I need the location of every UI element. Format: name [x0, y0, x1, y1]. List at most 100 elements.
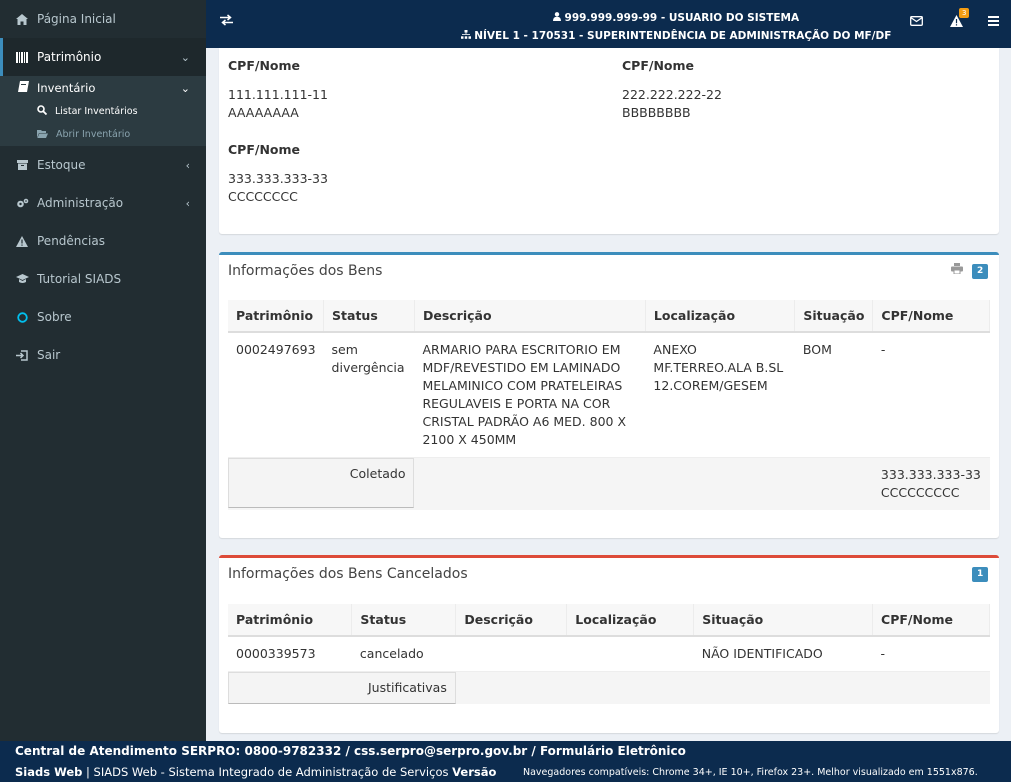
cancelados-box: Informações dos Bens Cancelados 1 Patrim… — [219, 555, 999, 733]
col-localizacao[interactable]: Localização — [566, 604, 695, 637]
chevron-left-icon: ‹ — [185, 196, 190, 210]
alerts-badge: 3 — [959, 8, 970, 18]
user-name: 999.999.999-99 - USUARIO DO SISTEMA — [564, 12, 800, 24]
archive-icon — [15, 158, 29, 172]
user-info: 999.999.999-99 - USUARIO DO SISTEMA NÍVE… — [446, 9, 906, 45]
justificativas-cell: Justificativas — [228, 671, 456, 704]
folder-open-icon — [37, 129, 48, 141]
table-header-row: Patrimônio Status Descrição Localização … — [228, 300, 990, 333]
col-cpf-nome[interactable]: CPF/Nome — [872, 604, 990, 637]
patrimonio-submenu: Inventário ⌄ Listar Inventários Abrir In… — [0, 76, 206, 146]
level-line: NÍVEL 1 - 170531 - SUPERINTENDÊNCIA DE A… — [446, 27, 906, 45]
nav-patrimonio-label: Patrimônio — [37, 50, 102, 64]
circle-icon — [15, 310, 29, 324]
cpf-label: CPF/Nome — [228, 58, 300, 73]
footer-system: Siads Web | SIADS Web - Sistema Integrad… — [15, 765, 496, 779]
cell-status: cancelado — [359, 646, 424, 661]
nome-value: AAAAAAAA — [228, 105, 299, 120]
bens-count-badge: 2 — [972, 264, 989, 279]
responsavel-2: CPF/Nome 222.222.222-22 BBBBBBBB — [622, 57, 722, 122]
chevron-down-icon: ⌄ — [180, 50, 190, 64]
home-icon — [15, 12, 29, 26]
responsavel-1: CPF/Nome 111.111.111-11 AAAAAAAA — [228, 57, 328, 122]
nav-listar-inventarios[interactable]: Listar Inventários — [0, 100, 206, 123]
footer-browsers: Navegadores compatíveis: Chrome 34+, IE … — [523, 767, 978, 778]
cpf-value: 222.222.222-22 — [622, 87, 722, 102]
col-localizacao[interactable]: Localização — [645, 300, 796, 333]
user-icon — [552, 12, 565, 24]
warning-icon — [15, 234, 29, 248]
cogs-icon — [15, 196, 29, 210]
col-cpf-nome[interactable]: CPF/Nome — [872, 300, 990, 333]
col-status[interactable]: Status — [351, 604, 457, 637]
cell-localizacao — [567, 636, 694, 672]
col-situacao[interactable]: Situação — [794, 300, 874, 333]
cancelados-title: Informações dos Bens Cancelados — [228, 566, 468, 582]
nome-value: BBBBBBBB — [622, 105, 691, 120]
exchange-icon[interactable] — [220, 14, 233, 30]
nav-inventario-label: Inventário — [37, 81, 96, 95]
barcode-icon — [15, 50, 29, 64]
menu-icon[interactable] — [988, 15, 999, 30]
responsaveis-box: CPF/Nome 111.111.111-11 AAAAAAAA CPF/Nom… — [219, 48, 999, 234]
table-row: 0000339573 cancelado NÃO IDENTIFICADO - — [228, 636, 990, 672]
nav-estoque-label: Estoque — [37, 158, 86, 172]
table-row: 0002497693 sem divergência ARMARIO PARA … — [228, 332, 990, 458]
bens-table: Patrimônio Status Descrição Localização … — [228, 300, 990, 510]
envelope-icon[interactable] — [910, 15, 923, 30]
coletado-nome: CCCCCCCCC — [880, 485, 960, 500]
coletado-empty — [414, 457, 873, 510]
nav-sobre-label: Sobre — [37, 310, 72, 324]
nav-inventario[interactable]: Inventário ⌄ — [0, 76, 206, 100]
cancelados-count-badge: 1 — [972, 567, 989, 582]
nav-listar-label: Listar Inventários — [55, 106, 138, 117]
footer-desc: | SIADS Web - Sistema Integrado de Admin… — [82, 765, 453, 779]
nav-patrimonio[interactable]: Patrimônio ⌄ — [0, 38, 206, 76]
col-status[interactable]: Status — [323, 300, 415, 333]
nav-home-label: Página Inicial — [37, 12, 116, 26]
col-descricao[interactable]: Descrição — [414, 300, 646, 333]
cancelados-table: Patrimônio Status Descrição Localização … — [228, 604, 990, 704]
coletado-row: Coletado 333.333.333-33 CCCCCCCCC — [228, 457, 990, 510]
cpf-label: CPF/Nome — [622, 58, 694, 73]
col-descricao[interactable]: Descrição — [455, 604, 568, 637]
nav-pendencias-label: Pendências — [37, 234, 105, 248]
bens-box: Informações dos Bens 2 Patrimônio Status… — [219, 252, 999, 538]
coletado-cell: Coletado — [228, 457, 415, 510]
sidebar: Página Inicial Patrimônio ⌄ Inventário ⌄… — [0, 0, 206, 741]
nav-estoque[interactable]: Estoque ‹ — [0, 146, 206, 184]
nav-sobre[interactable]: Sobre — [0, 298, 206, 336]
cell-situacao: NÃO IDENTIFICADO — [701, 646, 823, 661]
col-patrimonio[interactable]: Patrimônio — [228, 300, 325, 333]
bens-title: Informações dos Bens — [228, 263, 383, 279]
footer-brand: Siads Web — [15, 765, 83, 779]
chevron-left-icon: ‹ — [185, 158, 190, 172]
nav-abrir-label: Abrir Inventário — [56, 129, 131, 140]
sign-out-icon — [15, 348, 29, 362]
print-icon[interactable] — [951, 263, 963, 277]
nome-value: CCCCCCCC — [228, 189, 298, 204]
cell-patrimonio: 0002497693 — [236, 342, 316, 357]
cell-situacao: BOM — [802, 342, 832, 357]
cell-patrimonio: 0000339573 — [236, 646, 316, 661]
graduation-cap-icon — [15, 272, 29, 286]
nav-pendencias[interactable]: Pendências — [0, 222, 206, 260]
nav-sair[interactable]: Sair — [0, 336, 206, 374]
col-situacao[interactable]: Situação — [693, 604, 874, 637]
responsavel-3: CPF/Nome 333.333.333-33 CCCCCCCC — [228, 141, 328, 206]
nav-abrir-inventario[interactable]: Abrir Inventário — [0, 123, 206, 146]
table-header-row: Patrimônio Status Descrição Localização … — [228, 604, 990, 637]
sitemap-icon — [460, 30, 475, 42]
book-icon — [18, 81, 29, 95]
justificativas-button[interactable]: Justificativas — [228, 672, 456, 704]
nav-home[interactable]: Página Inicial — [0, 0, 206, 38]
chevron-down-icon: ⌄ — [180, 81, 190, 95]
col-patrimonio[interactable]: Patrimônio — [228, 604, 353, 637]
cell-descricao: ARMARIO PARA ESCRITORIO EM MDF/REVESTIDO… — [422, 342, 627, 447]
nav-tutorial[interactable]: Tutorial SIADS — [0, 260, 206, 298]
footer-support: Central de Atendimento SERPRO: 0800-9782… — [15, 744, 686, 758]
nav-administracao[interactable]: Administração ‹ — [0, 184, 206, 222]
coletado-button[interactable]: Coletado — [228, 458, 415, 508]
coletado-cpf: 333.333.333-33 — [880, 467, 981, 482]
user-line: 999.999.999-99 - USUARIO DO SISTEMA — [446, 9, 906, 27]
